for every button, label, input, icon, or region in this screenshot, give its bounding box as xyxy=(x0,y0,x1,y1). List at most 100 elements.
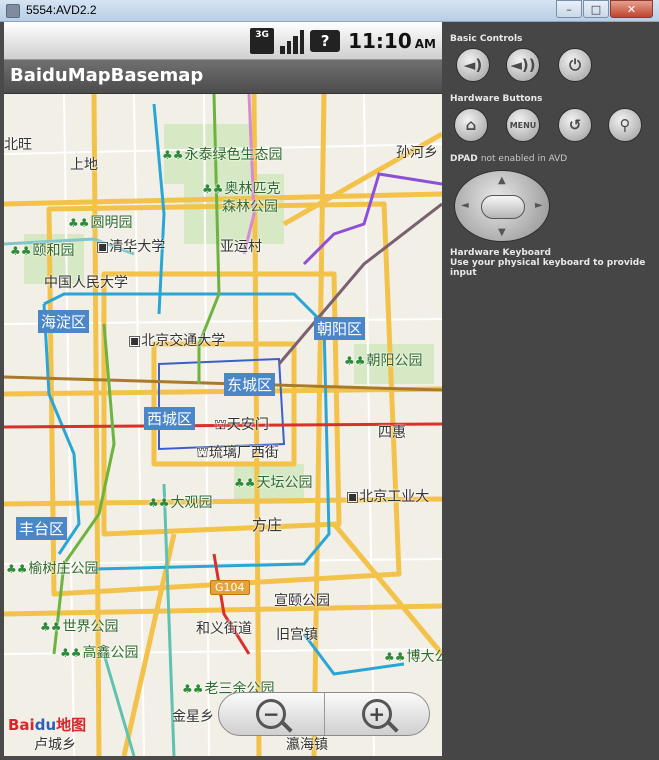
landmark-icon: ⛫ xyxy=(196,445,209,461)
university-icon: ▣ xyxy=(346,489,360,505)
district-badge-dongcheng: 东城区 xyxy=(224,373,276,396)
park-icon: ♣♣ xyxy=(10,244,32,258)
park-icon: ♣♣ xyxy=(40,620,62,634)
zoom-out-icon: − xyxy=(256,699,287,729)
clock-time: 11:10 xyxy=(348,29,412,53)
map-label-yiheyuan: ♣♣颐和园 xyxy=(10,243,75,259)
close-button[interactable]: ✕ xyxy=(610,0,653,18)
map-label-sihui: 四惠 xyxy=(378,425,406,441)
dpad-down-icon: ▼ xyxy=(498,227,506,238)
map-label-jiaotong: ▣北京交通大学 xyxy=(128,333,226,349)
map-label-tiantan: ♣♣天坛公园 xyxy=(234,475,313,491)
maximize-button[interactable]: □ xyxy=(583,0,609,18)
home-icon: ⌂ xyxy=(465,116,477,134)
dpad-center-button[interactable] xyxy=(481,195,525,219)
map-label-yingqiao: 瀛海镇 xyxy=(286,737,328,753)
map-label-tsinghua: ▣清华大学 xyxy=(96,239,166,255)
map-label-liulichang: ⛫琉璃厂西街 xyxy=(196,445,279,461)
landmark-icon: ⛫ xyxy=(214,417,227,433)
park-icon: ♣♣ xyxy=(344,354,366,368)
app-window-icon xyxy=(6,4,20,18)
volume-up-icon: ◄)) xyxy=(510,56,536,74)
map-label-beiwang: 北旺 xyxy=(4,137,32,153)
park-icon: ♣♣ xyxy=(148,496,170,510)
map-view[interactable]: 北旺 上地 ♣♣永泰绿色生态园 孙河乡 ♣♣奥林匹克 森林公园 ♣♣圆明园 ♣♣颐… xyxy=(4,94,442,756)
zoom-out-button[interactable]: − xyxy=(219,693,324,735)
menu-label: MENU xyxy=(509,120,537,130)
park-icon: ♣♣ xyxy=(234,476,256,490)
network-3g-icon: 3G xyxy=(250,28,275,54)
window-titlebar: 5554:AVD2.2 – □ ✕ xyxy=(0,0,659,22)
map-label-yayuncun: 亚运村 xyxy=(220,239,262,255)
dpad-right-icon: ► xyxy=(535,200,543,211)
map-label-shangdi: 上地 xyxy=(70,157,98,173)
map-label-renmin: 中国人民大学 xyxy=(44,275,128,291)
map-label-grandview: ♣♣大观园 xyxy=(148,495,213,511)
back-icon: ↺ xyxy=(568,116,582,134)
dpad-heading: DPAD not enabled in AVD xyxy=(450,154,568,164)
keyboard-note: Use your physical keyboard to provide in… xyxy=(450,258,646,278)
map-label-jinxing: 金星乡 xyxy=(172,709,214,725)
dpad-up-icon: ▲ xyxy=(498,175,506,186)
road-shield-g104: G104 xyxy=(210,580,250,595)
park-icon: ♣♣ xyxy=(384,650,406,664)
park-icon: ♣♣ xyxy=(6,562,28,576)
district-badge-xicheng: 西城区 xyxy=(144,407,196,430)
university-icon: ▣ xyxy=(96,239,110,255)
zoom-in-icon: + xyxy=(361,699,392,729)
park-icon: ♣♣ xyxy=(182,682,204,696)
map-label-jiugong: 旧宫镇 xyxy=(276,627,318,643)
power-icon: ⏻ xyxy=(569,56,581,74)
map-label-bodaxing: ♣♣博大公 xyxy=(384,649,442,665)
map-label-gaoxin: ♣♣高鑫公园 xyxy=(60,645,139,661)
district-badge-fengtai: 丰台区 xyxy=(16,517,68,540)
signal-strength-icon xyxy=(280,28,305,54)
map-label-yushu: ♣♣榆树庄公园 xyxy=(6,561,99,577)
emulator-control-panel: Basic Controls ◄) ◄)) ⏻ Hardware Buttons… xyxy=(442,22,659,760)
map-label-lucheng: 卢城乡 xyxy=(34,737,76,753)
back-button[interactable]: ↺ xyxy=(558,108,592,142)
university-icon: ▣ xyxy=(128,333,142,349)
park-icon: ♣♣ xyxy=(162,148,184,162)
map-label-xuanyi: 宣颐公园 xyxy=(274,593,330,609)
map-label-sunhe: 孙河乡 xyxy=(396,145,438,161)
zoom-controls: − + xyxy=(218,692,430,736)
map-label-heyi: 和义街道 xyxy=(196,621,252,637)
clock-ampm: AM xyxy=(414,37,436,51)
park-icon: ♣♣ xyxy=(202,182,224,196)
map-label-bjut: ▣北京工业大 xyxy=(346,489,430,505)
park-icon: ♣♣ xyxy=(60,646,82,660)
map-label-olympic: ♣♣奥林匹克 森林公园 xyxy=(202,181,281,215)
map-label-yongtai: ♣♣永泰绿色生态园 xyxy=(162,147,283,163)
emulator-screen: 3G ? 11:10 AM BaiduMapBasemap 北旺 上地 ♣♣永泰… xyxy=(4,22,442,756)
map-label-world-park: ♣♣世界公园 xyxy=(40,619,119,635)
volume-up-button[interactable]: ◄)) xyxy=(506,48,540,82)
district-badge-haidian: 海淀区 xyxy=(38,310,90,333)
home-button[interactable]: ⌂ xyxy=(454,108,488,142)
search-icon: ⚲ xyxy=(619,116,631,134)
volume-down-button[interactable]: ◄) xyxy=(456,48,490,82)
window-title: 5554:AVD2.2 xyxy=(26,3,97,17)
map-label-yuanmingyuan: ♣♣圆明园 xyxy=(68,215,133,231)
android-status-bar: 3G ? 11:10 AM xyxy=(4,22,442,60)
battery-unknown-icon: ? xyxy=(310,30,341,52)
basic-controls-heading: Basic Controls xyxy=(450,34,523,44)
window-controls: – □ ✕ xyxy=(555,0,653,18)
search-button[interactable]: ⚲ xyxy=(608,108,642,142)
zoom-in-button[interactable]: + xyxy=(323,693,430,735)
hardware-buttons-heading: Hardware Buttons xyxy=(450,94,543,104)
map-label-tiananmen: ⛫天安门 xyxy=(214,417,269,433)
app-title-bar: BaiduMapBasemap xyxy=(4,60,442,94)
volume-down-icon: ◄) xyxy=(463,56,483,74)
minimize-button[interactable]: – xyxy=(556,0,582,18)
dpad-control[interactable]: ▲ ▼ ◄ ► xyxy=(454,170,550,242)
baidu-map-logo: Baidu地图 xyxy=(8,716,87,734)
menu-button[interactable]: MENU xyxy=(506,108,540,142)
dpad-left-icon: ◄ xyxy=(461,200,469,211)
map-label-fangzhuang: 方庄 xyxy=(252,516,283,534)
app-title: BaiduMapBasemap xyxy=(10,65,204,86)
keyboard-heading: Hardware Keyboard xyxy=(450,248,551,258)
park-icon: ♣♣ xyxy=(68,216,90,230)
power-button[interactable]: ⏻ xyxy=(558,48,592,82)
map-label-chaoyang-park: ♣♣朝阳公园 xyxy=(344,353,423,369)
